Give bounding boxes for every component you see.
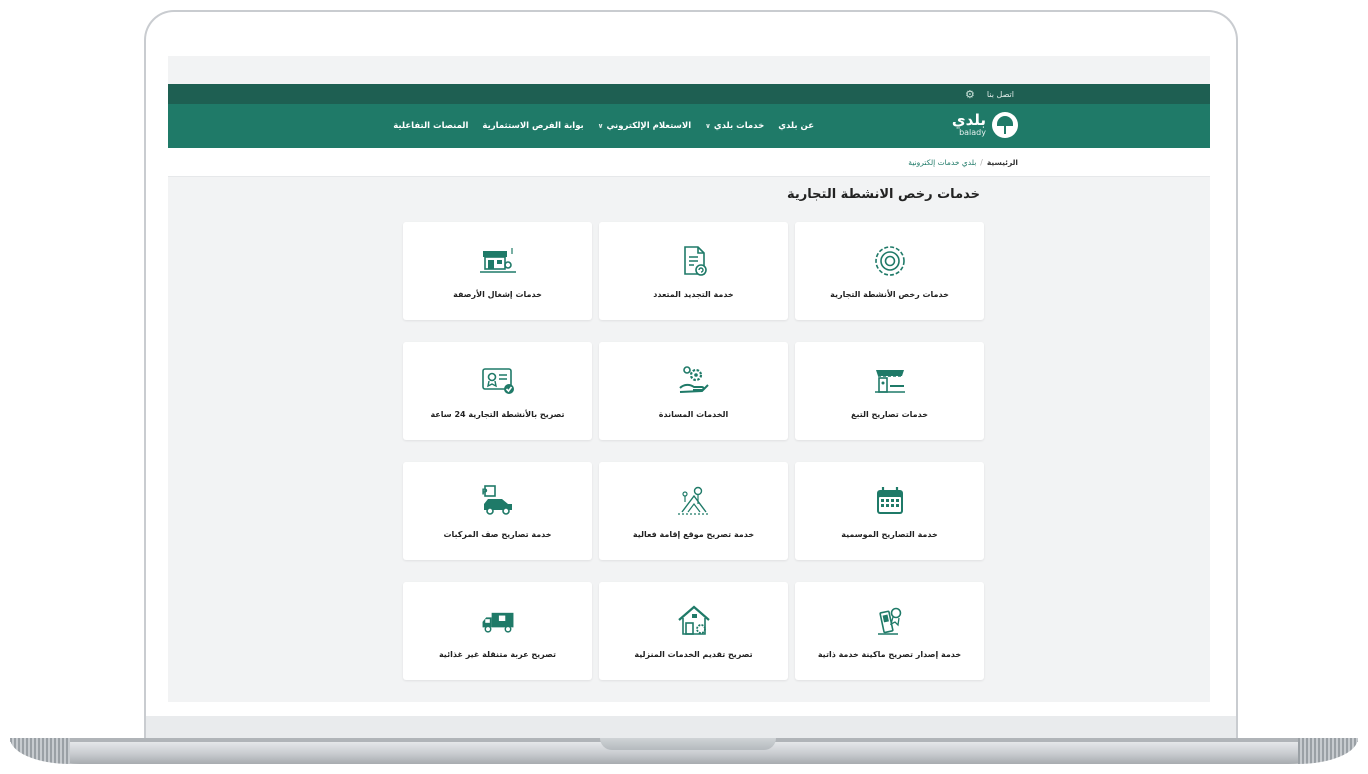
service-card[interactable]: خدمات إشغال الأرصفة	[403, 222, 592, 320]
palm-logo-icon	[992, 112, 1018, 138]
base-edge-right	[1298, 738, 1358, 764]
breadcrumb: الرئيسية / بلدي خدمات إلكترونية	[168, 148, 1210, 177]
main-navbar: بلدي balady عن بلدي خدمات بلدي ∨ الاستعلام …	[168, 104, 1210, 148]
base-edge-left	[10, 738, 70, 764]
service-grid: خدمات رخص الأنشطة التجارية خدمة التجديد ا…	[403, 222, 984, 680]
service-card-label: تصريح بالأنشطة التجارية 24 ساعة	[430, 409, 565, 419]
service-card-label: تصريح عربة متنقلة غير غذائية	[438, 649, 557, 659]
screen-bezel	[146, 716, 1236, 738]
screen-top-gap	[168, 56, 1210, 84]
service-card-label: خدمة التجديد المتعدد	[653, 289, 734, 299]
gear-icon[interactable]: ⚙	[965, 89, 975, 100]
contact-us-link[interactable]: اتصل بنا	[987, 90, 1014, 99]
vending-machine-icon	[870, 604, 910, 638]
breadcrumb-current[interactable]: بلدي خدمات إلكترونية	[908, 158, 976, 167]
nav-item[interactable]: المنصات التفاعلية	[393, 121, 468, 131]
service-card[interactable]: خدمات تصاريح التبغ	[795, 342, 984, 440]
parking-car-icon: P	[478, 484, 518, 518]
breadcrumb-separator: /	[980, 157, 983, 167]
nav-menu: عن بلدي خدمات بلدي ∨ الاستعلام الإلكتروني ∨ ب…	[393, 104, 814, 148]
mobile-truck-icon	[478, 604, 518, 638]
service-card[interactable]: P خدمة تصاريح صف المركبات	[403, 462, 592, 560]
service-card[interactable]: خدمات رخص الأنشطة التجارية	[795, 222, 984, 320]
service-card[interactable]: تصريح بالأنشطة التجارية 24 ساعة	[403, 342, 592, 440]
chevron-down-icon: ∨	[705, 122, 711, 130]
support-gears-icon	[674, 364, 714, 398]
tobacco-shop-icon	[870, 364, 910, 398]
service-card-label: خدمات إشغال الأرصفة	[453, 289, 542, 299]
document-renew-icon	[674, 244, 714, 278]
nav-item-label: المنصات التفاعلية	[393, 121, 469, 131]
service-card[interactable]: تصريح تقديم الخدمات المنزلية	[599, 582, 788, 680]
nav-item-label: الاستعلام الإلكتروني	[606, 121, 692, 131]
trackpad-notch	[600, 738, 776, 750]
service-card[interactable]: خدمة التجديد المتعدد	[599, 222, 788, 320]
service-card[interactable]: الخدمات المساندة	[599, 342, 788, 440]
logo-name-ar: بلدي	[951, 111, 986, 129]
service-card[interactable]: خدمة تصريح موقع إقامة فعالية	[599, 462, 788, 560]
logo-text: بلدي balady	[951, 111, 986, 138]
storefront-icon	[478, 244, 518, 278]
nav-item[interactable]: خدمات بلدي ∨	[705, 121, 764, 131]
balady-logo[interactable]: بلدي balady	[952, 112, 1018, 138]
service-card[interactable]: تصريح عربة متنقلة غير غذائية	[403, 582, 592, 680]
nav-item-label: عن بلدي	[778, 121, 814, 131]
chevron-down-icon: ∨	[597, 122, 604, 130]
home-services-icon	[674, 604, 714, 638]
service-card-label: تصريح تقديم الخدمات المنزلية	[634, 649, 753, 659]
logo-name-en: balady	[959, 128, 986, 137]
nav-item-label: بوابة الفرص الاستثمارية	[482, 121, 584, 131]
nav-item[interactable]: بوابة الفرص الاستثمارية	[482, 121, 583, 131]
service-card-label: خدمة تصريح موقع إقامة فعالية	[632, 529, 755, 539]
nav-item[interactable]: الاستعلام الإلكتروني ∨	[598, 121, 691, 131]
calendar-icon	[870, 484, 910, 518]
breadcrumb-home[interactable]: الرئيسية	[987, 158, 1018, 167]
browser-screen: اتصل بنا ⚙ بلدي balady عن بلدي خدمات بلدي…	[168, 56, 1210, 702]
page-title: خدمات رخص الانشطة التجارية	[787, 187, 980, 202]
service-card[interactable]: خدمة التصاريح الموسمية	[795, 462, 984, 560]
certificate-check-icon	[478, 364, 518, 398]
service-card-label: خدمات تصاريح التبغ	[851, 409, 928, 419]
service-card-label: خدمة إصدار تصريح ماكينة خدمة ذاتية	[817, 649, 962, 659]
event-tent-icon	[674, 484, 714, 518]
service-card-label: خدمة التصاريح الموسمية	[841, 529, 938, 539]
service-card-label: خدمة تصاريح صف المركبات	[443, 529, 552, 539]
gear-cycle-icon	[870, 244, 910, 278]
service-card[interactable]: خدمة إصدار تصريح ماكينة خدمة ذاتية	[795, 582, 984, 680]
laptop-base	[10, 738, 1358, 764]
service-card-label: خدمات رخص الأنشطة التجارية	[830, 289, 949, 299]
nav-item-label: خدمات بلدي	[713, 121, 765, 131]
nav-item[interactable]: عن بلدي	[778, 121, 814, 131]
service-card-label: الخدمات المساندة	[658, 409, 729, 419]
top-utility-bar: اتصل بنا ⚙	[168, 84, 1210, 104]
svg-text:P: P	[481, 487, 487, 496]
